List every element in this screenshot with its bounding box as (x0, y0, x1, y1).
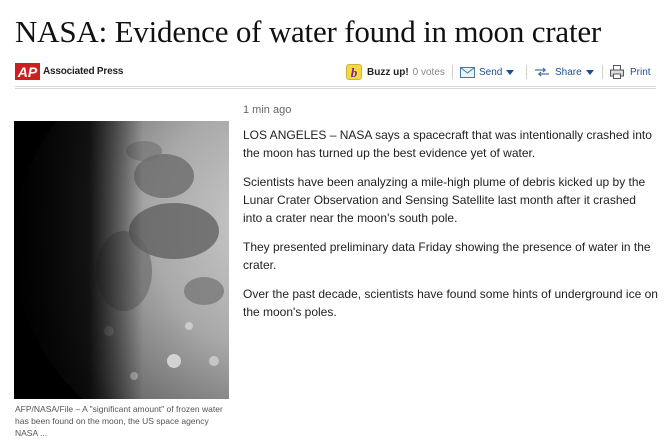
print-label[interactable]: Print (630, 67, 651, 78)
buzz-up-button[interactable]: b Buzz up! 0 votes (346, 63, 445, 81)
paragraph: Scientists have been analyzing a mile-hi… (243, 175, 646, 225)
buzz-icon: b (346, 64, 362, 80)
printer-icon (610, 65, 624, 79)
svg-text:AP: AP (17, 64, 38, 80)
moon-photo[interactable] (14, 121, 229, 399)
article-toolbar: b Buzz up! 0 votes Send Share Print (346, 63, 656, 81)
divider (452, 65, 453, 79)
headline: NASA: Evidence of water found in moon cr… (15, 14, 602, 49)
moon-image (14, 121, 229, 399)
send-label[interactable]: Send (479, 67, 502, 78)
paragraph: LOS ANGELES – NASA says a spacecraft tha… (243, 128, 652, 160)
buzz-up-label[interactable]: Buzz up! (367, 67, 409, 78)
envelope-icon (460, 66, 475, 78)
chevron-down-icon[interactable] (506, 70, 515, 75)
print-button[interactable]: Print (610, 63, 651, 81)
photo-caption: AFP/NASA/File – A "significant amount" o… (15, 404, 223, 438)
ap-logo: AP (15, 63, 40, 80)
divider (602, 65, 603, 79)
header-divider (15, 86, 656, 89)
paragraph: Over the past decade, scientists have fo… (243, 287, 658, 319)
share-button[interactable]: Share (534, 63, 594, 81)
chevron-down-icon[interactable] (585, 70, 594, 75)
article-body: LOS ANGELES – NASA says a spacecraft tha… (243, 126, 658, 332)
send-button[interactable]: Send (460, 63, 515, 81)
timestamp: 1 min ago (243, 104, 292, 116)
source-label: Associated Press (43, 66, 124, 77)
vote-count: 0 votes (412, 66, 445, 78)
share-label[interactable]: Share (555, 67, 582, 78)
divider (526, 65, 527, 79)
share-icon (535, 67, 549, 77)
paragraph: They presented preliminary data Friday s… (243, 240, 651, 272)
